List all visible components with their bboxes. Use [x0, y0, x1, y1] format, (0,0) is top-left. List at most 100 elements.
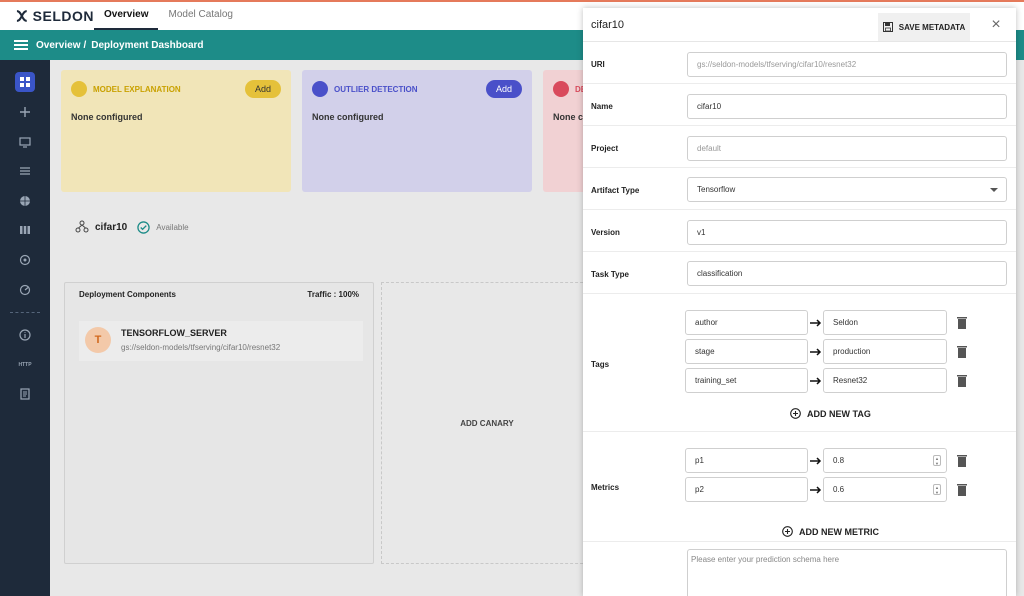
dropdown-caret-icon — [990, 188, 998, 192]
hamburger-menu-icon[interactable] — [14, 40, 28, 50]
add-outlier-button[interactable]: Add — [486, 80, 522, 98]
metric-key-input[interactable]: p2 — [685, 477, 808, 502]
save-metadata-button[interactable]: SAVE METADATA — [878, 13, 970, 41]
deployment-name: cifar10 — [95, 221, 128, 233]
version-label: Version — [591, 228, 620, 237]
delete-metric-icon[interactable] — [956, 454, 968, 468]
tag-key-input[interactable]: stage — [685, 339, 808, 364]
save-icon — [882, 22, 893, 32]
metrics-label: Metrics — [591, 483, 620, 492]
list-icon[interactable] — [15, 161, 35, 181]
sidebar: HTTP — [0, 60, 50, 596]
metrics-row: Metrics p1 0.8 ▲ ▼ p2 0.6 ▲ ▼ ADD NEW METR… — [583, 432, 1016, 542]
metric-value-input[interactable]: 0.8 ▲ ▼ — [823, 448, 947, 473]
version-input[interactable]: v1 — [687, 220, 1007, 245]
tab-overview[interactable]: Overview — [94, 2, 159, 30]
number-stepper-icon[interactable]: ▲ ▼ — [933, 484, 941, 495]
name-input[interactable]: cifar10 — [687, 94, 1007, 119]
deployment-status: Available — [156, 222, 189, 232]
add-new-metric-label: ADD NEW METRIC — [799, 526, 879, 537]
server-uri: gs://seldon-models/tfserving/cifar10/res… — [121, 343, 281, 352]
uri-row: URI gs://seldon-models/tfserving/cifar10… — [583, 42, 1016, 84]
sidebar-http-label[interactable]: HTTP — [0, 362, 50, 368]
check-circle-icon — [137, 220, 150, 234]
arrow-right-icon — [810, 377, 822, 385]
outlier-icon — [312, 81, 328, 97]
tag-key-input[interactable]: training_set — [685, 368, 808, 393]
card-title: OUTLIER DETECTION — [334, 84, 418, 94]
tag-key-input[interactable]: author — [685, 310, 808, 335]
server-item[interactable]: T TENSORFLOW_SERVER gs://seldon-models/t… — [79, 321, 363, 361]
add-circle-icon — [782, 526, 793, 537]
metadata-dialog: cifar10 SAVE METADATA × URI gs://seldon-… — [583, 8, 1016, 596]
analytics-icon[interactable] — [15, 250, 35, 270]
deployment-icon — [75, 220, 89, 233]
prediction-schema-textarea[interactable]: Please enter your prediction schema here — [687, 549, 1007, 596]
server-name: TENSORFLOW_SERVER — [121, 328, 227, 338]
version-row: Version v1 — [583, 210, 1016, 252]
seldon-logo-icon — [16, 10, 27, 22]
delete-tag-icon[interactable] — [956, 345, 968, 359]
card-title: MODEL EXPLANATION — [93, 84, 181, 94]
arrow-right-icon — [810, 348, 822, 356]
save-metadata-label: SAVE METADATA — [898, 22, 966, 32]
brand-name: SELDON — [32, 8, 94, 24]
arrow-right-icon — [810, 319, 822, 327]
seldon-logo[interactable]: SELDON — [14, 8, 94, 24]
dialog-header: cifar10 SAVE METADATA × — [583, 8, 1016, 42]
artifact-type-select[interactable]: Tensorflow — [687, 177, 1007, 202]
columns-icon[interactable] — [15, 220, 35, 240]
breadcrumb-overview[interactable]: Overview — [36, 40, 80, 51]
tag-value-input[interactable]: Resnet32 — [823, 368, 947, 393]
deployment-components-panel: Deployment Components Traffic : 100% T T… — [64, 282, 374, 564]
delete-tag-icon[interactable] — [956, 374, 968, 388]
globe-icon[interactable] — [15, 191, 35, 211]
dashboard-icon[interactable] — [15, 72, 35, 92]
add-new-tag-button[interactable]: ADD NEW TAG — [790, 408, 871, 419]
project-row: Project default — [583, 126, 1016, 168]
tag-value-input[interactable]: production — [823, 339, 947, 364]
task-type-label: Task Type — [591, 270, 629, 279]
delete-metric-icon[interactable] — [956, 483, 968, 497]
monitor-icon[interactable] — [15, 132, 35, 152]
add-canary-area[interactable]: ADD CANARY — [381, 282, 593, 564]
info-icon[interactable] — [15, 325, 35, 345]
tab-model-catalog[interactable]: Model Catalog — [158, 2, 242, 30]
outlier-detection-card: OUTLIER DETECTION Add None configured — [302, 70, 532, 192]
add-new-metric-button[interactable]: ADD NEW METRIC — [782, 526, 879, 537]
add-icon[interactable] — [15, 102, 35, 122]
project-input[interactable]: default — [687, 136, 1007, 161]
add-circle-icon — [790, 408, 801, 419]
metric-value: 0.6 — [833, 485, 845, 494]
task-type-row: Task Type classification — [583, 252, 1016, 294]
card-status: None configured — [71, 112, 143, 122]
arrow-right-icon — [810, 457, 822, 465]
add-explainer-button[interactable]: Add — [245, 80, 281, 98]
components-header: Deployment Components — [79, 290, 176, 299]
name-row: Name cifar10 — [583, 84, 1016, 126]
task-type-input[interactable]: classification — [687, 261, 1007, 286]
search-icon — [71, 81, 87, 97]
name-label: Name — [591, 102, 613, 111]
drift-icon — [553, 81, 569, 97]
uri-input[interactable]: gs://seldon-models/tfserving/cifar10/res… — [687, 52, 1007, 77]
delete-tag-icon[interactable] — [956, 316, 968, 330]
tag-value-input[interactable]: Seldon — [823, 310, 947, 335]
arrow-right-icon — [810, 486, 822, 494]
tensorflow-logo-icon: T — [85, 327, 111, 353]
dialog-title: cifar10 — [591, 19, 625, 31]
metric-value: 0.8 — [833, 456, 845, 465]
uri-label: URI — [591, 60, 605, 69]
sidebar-divider — [10, 312, 40, 313]
close-icon[interactable]: × — [989, 17, 1003, 33]
model-explanation-card: MODEL EXPLANATION Add None configured — [61, 70, 291, 192]
tags-row: Tags author Seldon stage production trai… — [583, 294, 1016, 432]
metric-key-input[interactable]: p1 — [685, 448, 808, 473]
docs-icon[interactable] — [15, 384, 35, 404]
metric-value-input[interactable]: 0.6 ▲ ▼ — [823, 477, 947, 502]
artifact-type-value: Tensorflow — [697, 185, 736, 194]
add-new-tag-label: ADD NEW TAG — [807, 408, 871, 419]
gauge-icon[interactable] — [15, 280, 35, 300]
number-stepper-icon[interactable]: ▲ ▼ — [933, 455, 941, 466]
breadcrumb-separator: / — [83, 39, 87, 51]
